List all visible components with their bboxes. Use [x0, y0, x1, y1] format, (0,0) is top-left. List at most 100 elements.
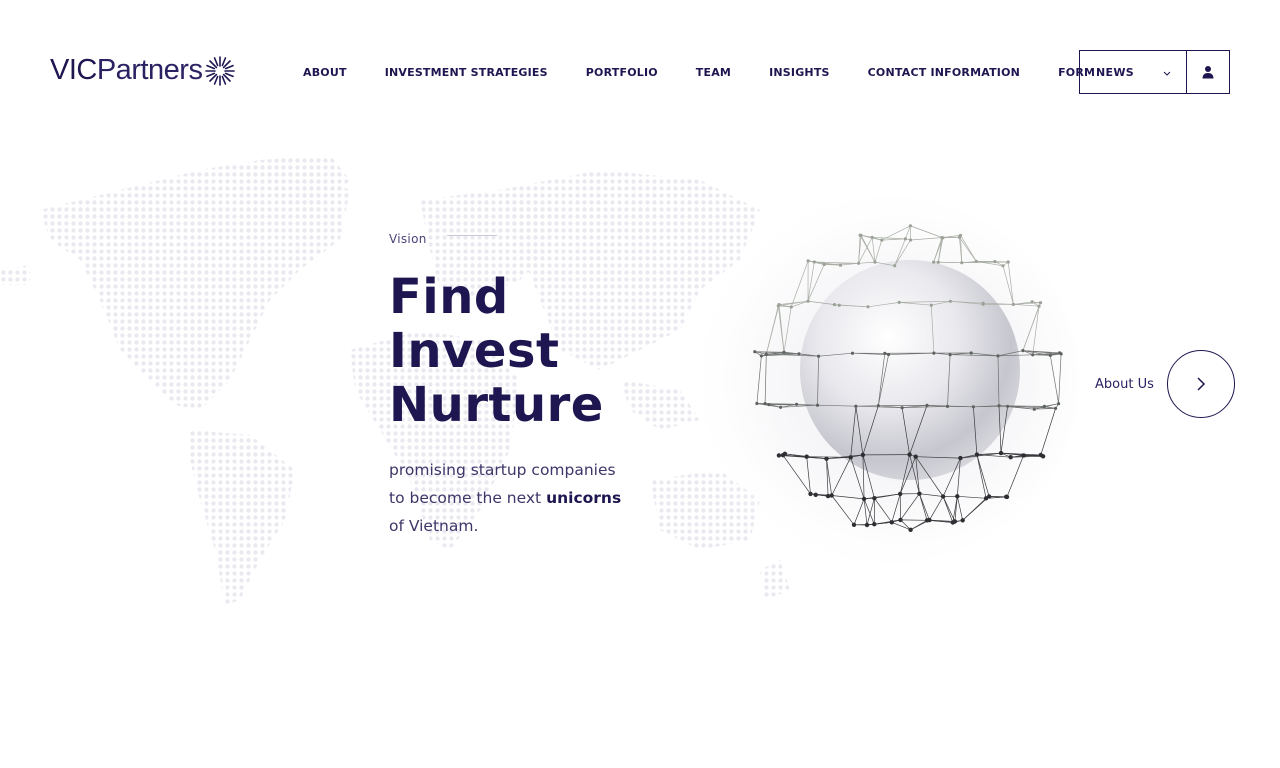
mesh-node [866, 305, 870, 309]
nav-insights[interactable]: INSIGHTS [769, 66, 830, 79]
mesh-node [759, 354, 763, 358]
news-dropdown-value: NEWS [1096, 65, 1134, 79]
user-icon [1202, 66, 1214, 79]
nav-investment-strategies[interactable]: INVESTMENT STRATEGIES [385, 66, 548, 79]
main-nav: ABOUT INVESTMENT STRATEGIES PORTFOLIO TE… [303, 66, 1095, 79]
mesh-node [898, 491, 903, 497]
mesh-edge [855, 405, 879, 407]
mesh-node [1042, 404, 1046, 408]
mesh-node [1008, 455, 1013, 460]
news-dropdown[interactable]: NEWS [1079, 50, 1187, 94]
mesh-node [763, 402, 767, 406]
tagline-emphasis: unicorns [546, 489, 622, 507]
mesh-node [782, 451, 788, 456]
mesh-node [776, 453, 782, 458]
about-us-label[interactable]: About Us [1095, 377, 1154, 392]
mesh-node [1011, 302, 1015, 306]
mesh-node [776, 304, 780, 308]
mesh-node [945, 404, 950, 408]
mesh-node [1038, 452, 1043, 458]
mesh-node [1037, 304, 1041, 308]
mesh-node [876, 404, 880, 408]
mesh-node [1057, 402, 1061, 406]
mesh-node [1031, 353, 1035, 357]
mesh-node [764, 352, 768, 356]
mesh-node [837, 303, 841, 307]
mesh-node [936, 260, 940, 264]
mesh-node [960, 261, 964, 265]
mesh-node [909, 238, 913, 242]
mesh-node [779, 405, 783, 409]
mesh-node [797, 352, 801, 356]
mesh-node [1038, 301, 1043, 305]
mesh-node [806, 299, 810, 303]
about-us-button[interactable] [1167, 350, 1235, 418]
vision-eyebrow: Vision [389, 232, 497, 246]
headline-line-3: Nurture [389, 377, 604, 433]
mesh-node [813, 492, 818, 497]
mesh-node [860, 452, 866, 458]
mesh-node [1059, 352, 1063, 356]
mesh-node [817, 354, 821, 358]
headline-line-1: Find [389, 269, 509, 325]
mesh-node [1006, 260, 1010, 264]
nav-about[interactable]: ABOUT [303, 66, 347, 79]
hero-tagline: promising startup companies to become th… [389, 456, 649, 540]
vision-label: Vision [389, 232, 427, 246]
mesh-node [908, 224, 912, 228]
mesh-node [870, 235, 874, 239]
mesh-node [789, 305, 793, 309]
mesh-node [883, 351, 887, 355]
hero-headline: Find Invest Nurture [389, 270, 604, 432]
starburst-logo-icon [205, 56, 236, 86]
user-account-button[interactable] [1186, 50, 1230, 94]
mesh-node [948, 353, 952, 357]
mesh-node [1030, 300, 1034, 304]
nav-team[interactable]: TEAM [696, 66, 731, 79]
mesh-node [971, 405, 975, 409]
mesh-node [851, 522, 857, 527]
nav-contact-information[interactable]: CONTACT INFORMATION [868, 66, 1020, 79]
mesh-node [996, 354, 1000, 358]
geodesic-sphere-illustration [680, 190, 1100, 570]
mesh-node [854, 404, 858, 408]
mesh-node [960, 518, 965, 523]
mesh-node [850, 351, 855, 355]
mesh-node [969, 351, 973, 355]
mesh-node [1054, 406, 1058, 410]
mesh-node [998, 450, 1004, 456]
mesh-node [767, 403, 771, 407]
mesh-node [782, 350, 786, 354]
tagline-line-1: promising startup companies [389, 461, 616, 479]
tagline-line-3: of Vietnam. [389, 517, 479, 535]
mesh-node [986, 494, 992, 499]
mesh-node [1032, 407, 1036, 411]
eyebrow-divider [446, 234, 497, 236]
brand-logo[interactable]: VICPartners [50, 52, 236, 88]
mesh-node [907, 452, 912, 457]
nav-portfolio[interactable]: PORTFOLIO [586, 66, 658, 79]
mesh-node [903, 237, 907, 241]
logo-partners-text: Partners [96, 53, 203, 86]
site-header: VICPartners ABOUT INVESTMENT STRATEGIES … [0, 0, 1280, 140]
chevron-down-icon [1163, 71, 1171, 76]
mesh-node [925, 403, 929, 407]
mesh-node [898, 517, 903, 523]
mesh-node [804, 454, 809, 459]
mesh-node [1004, 494, 1010, 500]
mesh-node [872, 496, 877, 501]
mesh-node [948, 299, 952, 303]
mesh-node [889, 520, 894, 525]
mesh-node [880, 238, 884, 242]
mesh-node [952, 519, 958, 524]
mesh-node [997, 404, 1001, 408]
mesh-node [873, 260, 877, 264]
mesh-node [913, 454, 918, 459]
mesh-node [974, 259, 978, 263]
mesh-node [822, 262, 826, 267]
mesh-node [1006, 404, 1010, 408]
mesh-node [900, 406, 904, 410]
mesh-node [755, 401, 759, 406]
mesh-node [958, 455, 963, 461]
mesh-node [927, 517, 932, 523]
